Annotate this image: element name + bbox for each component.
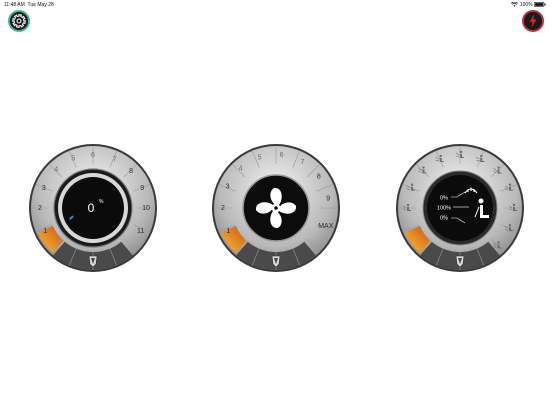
temperature-scale-label: 3 [42, 185, 46, 192]
airflow-lower-value: 0% [440, 215, 448, 221]
fan-scale-label: 8 [317, 174, 321, 181]
battery-percent: 100% [519, 2, 533, 8]
status-date: Tue May 28 [27, 2, 54, 8]
power-icon [529, 14, 537, 28]
battery-icon [534, 2, 546, 8]
fan-scale-label: 4 [239, 165, 243, 172]
wifi-icon [511, 1, 519, 7]
temperature-scale-label: 1 [43, 228, 47, 235]
fan-scale-label: 1 [226, 228, 230, 235]
status-time: 11:48 AM Tue May 28 [4, 2, 54, 8]
status-indicators: 100% [511, 1, 546, 8]
fan-scale-label: 9 [326, 196, 330, 203]
temperature-scale-label: 4 [54, 167, 58, 174]
airflow-dial[interactable]: 0% 100% 0% [395, 143, 525, 273]
temperature-scale-label: 6 [91, 152, 95, 159]
temperature-scale-label: 8 [129, 168, 133, 175]
fan-scale-label: 5 [258, 154, 262, 161]
gear-icon [11, 13, 27, 29]
temperature-scale-label: 5 [71, 156, 75, 163]
airflow-upper-value: 0% [440, 195, 448, 201]
fan-scale-label: 7 [301, 159, 305, 166]
power-button[interactable] [522, 10, 544, 32]
temperature-scale-label: 10 [142, 205, 150, 212]
settings-button[interactable] [8, 10, 30, 32]
fan-scale-label: 6 [280, 152, 284, 159]
airflow-middle-value: 100% [437, 205, 451, 211]
temperature-scale-label: 9 [140, 185, 144, 192]
status-bar: 11:48 AM Tue May 28 100% [0, 0, 552, 10]
fan-scale-label: 3 [226, 183, 230, 190]
temperature-value: 0 [88, 201, 95, 215]
fan-scale-label: MAX [318, 223, 334, 230]
temperature-scale-label: 11 [137, 228, 144, 235]
temperature-scale-label: 7 [113, 156, 117, 163]
temperature-scale-label: 2 [38, 205, 42, 212]
temperature-unit: % [99, 199, 104, 205]
fan-scale-label: 2 [221, 205, 225, 212]
temperature-dial[interactable]: 1 2 3 4 5 6 7 8 9 10 11 0 % [28, 143, 158, 273]
fan-dial[interactable]: 1 2 3 4 5 6 7 8 9 MAX [211, 143, 341, 273]
